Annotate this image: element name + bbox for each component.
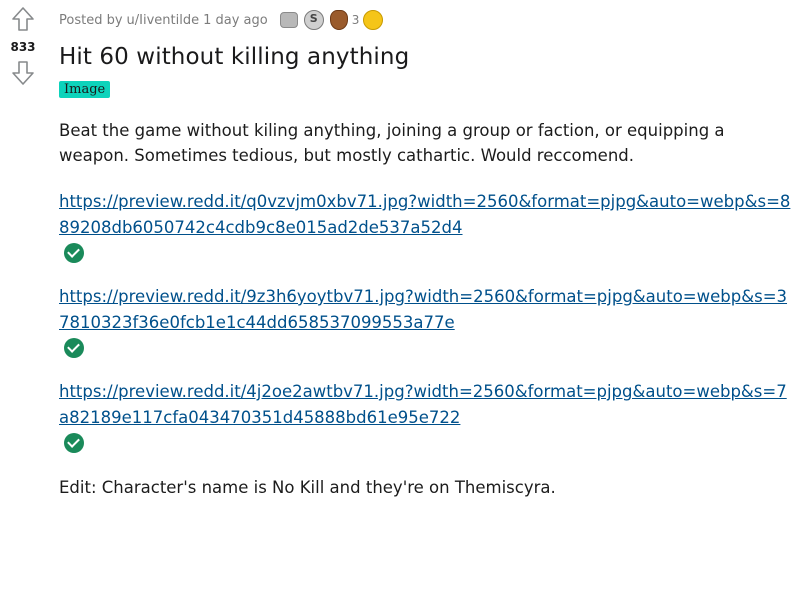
bear-award-icon[interactable] [329, 10, 348, 30]
image-link-block: https://preview.redd.it/9z3h6yoytbv71.jp… [59, 284, 794, 358]
image-link-block: https://preview.redd.it/q0vzvjm0xbv71.jp… [59, 189, 794, 263]
check-icon [64, 433, 84, 453]
posted-by-label: Posted by [59, 12, 123, 28]
upvote-icon[interactable] [11, 6, 35, 32]
author-link[interactable]: u/Iiventilde [127, 13, 200, 28]
post-title[interactable]: Hit 60 without killing anything [59, 41, 799, 73]
gold-award-icon[interactable] [363, 10, 384, 30]
edit-note: Edit: Character's name is No Kill and th… [59, 478, 556, 497]
post-body: Beat the game without kiling anything, j… [59, 121, 725, 165]
silver-award-icon[interactable] [279, 12, 298, 28]
image-link[interactable]: https://preview.redd.it/4j2oe2awtbv71.jp… [59, 382, 787, 427]
vote-score: 833 [10, 40, 36, 54]
post-flair[interactable]: Image [59, 81, 111, 98]
check-icon [64, 338, 84, 358]
s-award-icon[interactable]: S [303, 10, 324, 30]
image-link[interactable]: https://preview.redd.it/9z3h6yoytbv71.jp… [59, 287, 787, 332]
vote-column: 833 [0, 6, 46, 86]
post-age[interactable]: 1 day ago [203, 13, 268, 28]
image-link-block: https://preview.redd.it/4j2oe2awtbv71.jp… [59, 379, 794, 453]
check-icon [64, 243, 84, 263]
downvote-icon[interactable] [11, 60, 35, 86]
post-meta: Posted by u/Iiventilde 1 day ago S 3 [59, 10, 799, 30]
award-count: 3 [351, 13, 360, 27]
image-link[interactable]: https://preview.redd.it/q0vzvjm0xbv71.jp… [59, 192, 790, 237]
post-content: Posted by u/Iiventilde 1 day ago S 3 Hit… [59, 0, 799, 500]
